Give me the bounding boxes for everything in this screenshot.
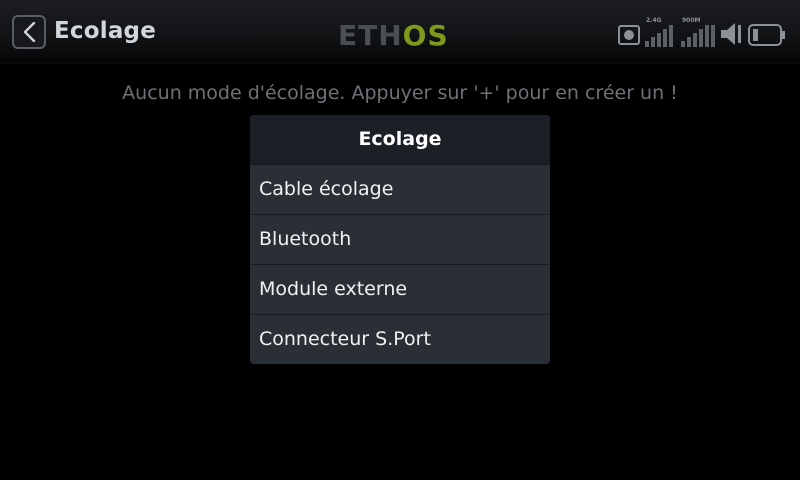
svg-text:ETHOS: ETHOS <box>338 19 449 48</box>
chevron-left-icon <box>23 22 36 42</box>
top-bar: Ecolage ETHOS 2.4G 900M <box>0 0 800 64</box>
page-title: Ecolage <box>54 18 157 44</box>
empty-state-message: Aucun mode d'écolage. Appuyer sur '+' po… <box>122 82 678 104</box>
back-button[interactable] <box>12 15 46 49</box>
status-bar: 2.4G 900M <box>616 17 788 49</box>
top-bar-divider <box>0 62 800 64</box>
brand-text-eth: ETH <box>338 19 403 48</box>
dialog-item-bluetooth[interactable]: Bluetooth <box>250 214 550 263</box>
volume-icon <box>720 22 744 50</box>
rf-2g4-label: 2.4G <box>646 17 662 24</box>
dialog-item-cable-ecolage[interactable]: Cable écolage <box>250 164 550 213</box>
screen: Ecolage ETHOS 2.4G 900M Aucun mode d'éco… <box>0 0 800 480</box>
signal-900m-icon <box>680 25 716 51</box>
battery-icon <box>748 24 786 50</box>
dialog-title: Ecolage <box>250 115 550 164</box>
dialog-item-connecteur-sport[interactable]: Connecteur S.Port <box>250 314 550 363</box>
rf-900m-label: 900M <box>682 17 701 24</box>
dialog-item-module-externe[interactable]: Module externe <box>250 264 550 313</box>
record-indicator-icon <box>618 25 640 49</box>
brand-logo: ETHOS <box>338 19 449 48</box>
signal-2g4-icon <box>644 25 674 51</box>
trainer-mode-dialog: Ecolage Cable écolage Bluetooth Module e… <box>250 115 550 364</box>
brand-text-os: OS <box>403 19 449 48</box>
